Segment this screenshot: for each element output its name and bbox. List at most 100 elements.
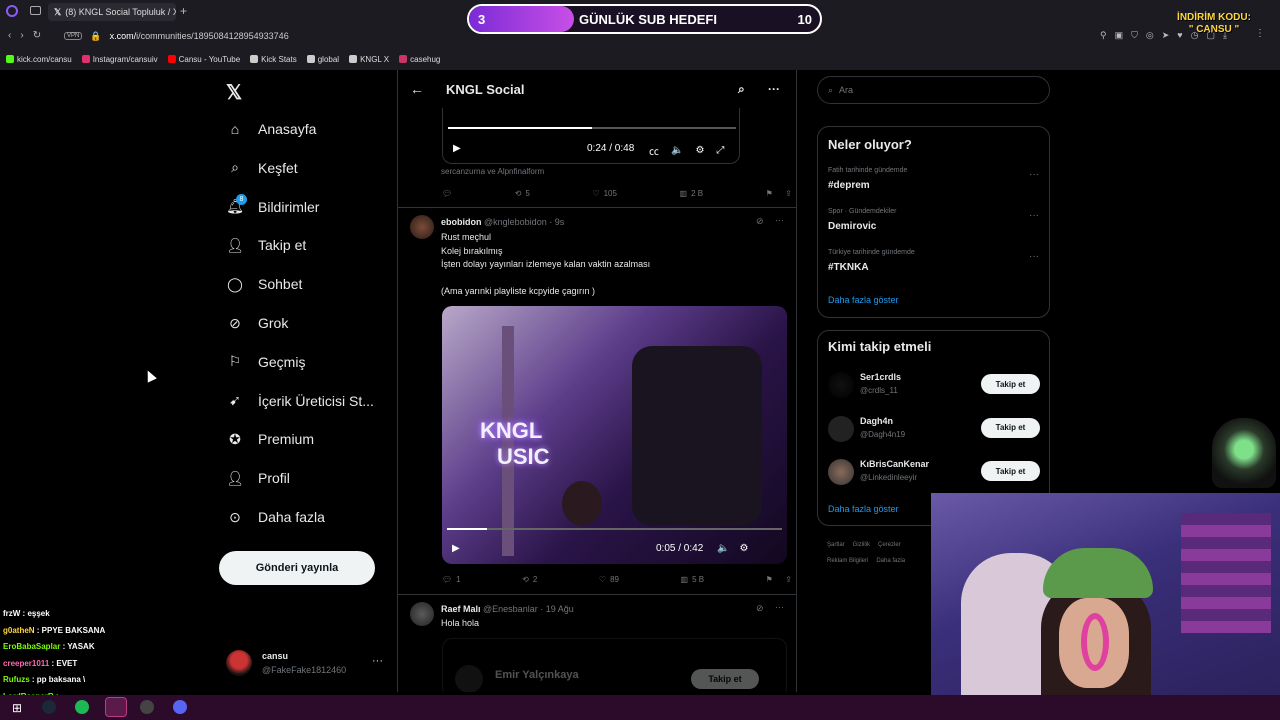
author-handle[interactable]: @Enesbanlar · 19 Ağu: [483, 604, 574, 614]
show-more-link[interactable]: Daha fazla göster: [828, 504, 899, 514]
suggested-user-name[interactable]: Dagh4n: [860, 416, 893, 426]
sidebar-item-10[interactable]: 👤︎ Profil: [226, 469, 290, 487]
search-input[interactable]: ⌕ Ara: [817, 76, 1050, 104]
bookmark-item[interactable]: casehug: [399, 52, 440, 66]
account-switcher[interactable]: cansu @FakeFake1812460 ···: [226, 650, 386, 680]
steam-icon[interactable]: [42, 700, 56, 714]
windows-start-icon[interactable]: ⊞: [12, 701, 22, 715]
footer-link[interactable]: Daha fazla: [876, 558, 905, 564]
x-logo-icon[interactable]: 𝕏: [226, 80, 242, 105]
grok-icon[interactable]: ⊘: [756, 603, 764, 614]
suggested-user-name[interactable]: Ser1crdls: [860, 372, 901, 382]
play-icon[interactable]: ▶: [452, 543, 460, 554]
avatar[interactable]: [828, 372, 854, 398]
search-icon[interactable]: ⌕: [738, 82, 745, 97]
more-icon[interactable]: ···: [775, 215, 784, 225]
repost-button[interactable]: ⟲ 5: [515, 189, 530, 198]
camera-icon[interactable]: ◎: [1146, 30, 1154, 41]
trend-item[interactable]: #TKNKA: [828, 262, 869, 273]
video-progress-track[interactable]: [447, 528, 782, 530]
bookmark-icon[interactable]: ⚑: [766, 189, 773, 198]
repost-button[interactable]: ⟲ 2: [522, 575, 537, 584]
volume-icon[interactable]: 🔈: [671, 145, 683, 156]
suggested-user-handle[interactable]: @Dagh4n19: [860, 430, 905, 439]
author-handle[interactable]: @knglebobidon · 9s: [484, 217, 564, 227]
reply-button[interactable]: 💬︎ 1: [442, 575, 461, 584]
footer-link[interactable]: Çerezler: [878, 542, 901, 548]
sidebar-toggle-icon[interactable]: [30, 6, 41, 15]
more-icon[interactable]: ···: [775, 602, 784, 612]
sidebar-item-11[interactable]: ⊙ Daha fazla: [226, 508, 325, 526]
avatar[interactable]: [410, 602, 434, 626]
spotify-icon[interactable]: [75, 700, 89, 714]
author-name[interactable]: ebobidon: [441, 217, 482, 227]
show-more-link[interactable]: Daha fazla göster: [828, 295, 899, 305]
shield-icon[interactable]: ⛉: [1131, 30, 1138, 41]
like-button[interactable]: ♡ 105: [592, 189, 617, 198]
bookmark-item[interactable]: Kick Stats: [250, 52, 297, 66]
suggested-user-handle[interactable]: @crdls_11: [860, 386, 898, 395]
like-button[interactable]: ♡ 89: [599, 575, 619, 584]
follow-button[interactable]: Takip et: [981, 374, 1040, 394]
reload-icon[interactable]: ↻: [33, 30, 41, 41]
sidebar-item-3[interactable]: 🔔︎ 8 Bildirimler: [226, 193, 319, 216]
more-icon[interactable]: ···: [1029, 169, 1039, 180]
fullscreen-icon[interactable]: ⤢: [716, 145, 724, 156]
captions-icon[interactable]: ㏄: [649, 143, 659, 158]
share-icon[interactable]: ⇪: [785, 575, 792, 584]
suggested-user-name[interactable]: KıBrisCanKenar: [860, 459, 929, 469]
pin-icon[interactable]: ⚲: [1100, 30, 1107, 41]
obs-icon[interactable]: [140, 700, 154, 714]
footer-link[interactable]: Gizlilik: [853, 542, 870, 548]
footer-link[interactable]: Şartlar: [827, 542, 845, 548]
avatar[interactable]: [828, 415, 854, 442]
quoted-card[interactable]: Emir Yalçınkaya Takip et: [442, 638, 787, 692]
vpn-badge[interactable]: VPN: [64, 32, 83, 40]
trend-item[interactable]: #deprem: [828, 180, 870, 191]
bookmark-item[interactable]: kick.com/cansu: [6, 52, 72, 66]
back-icon[interactable]: ‹: [8, 30, 11, 41]
new-tab-icon[interactable]: +: [180, 4, 187, 18]
more-icon[interactable]: ···: [1029, 210, 1039, 221]
screenshot-icon[interactable]: ▣: [1115, 30, 1124, 41]
video-player[interactable]: ▶ 0:24 / 0:48 ㏄ 🔈 ⚙ ⤢: [442, 108, 740, 164]
sidebar-item-8[interactable]: ➹ İçerik Üreticisi St...: [226, 392, 374, 410]
author-name[interactable]: Raef Malı: [441, 604, 481, 614]
sidebar-item-6[interactable]: ⊘ Grok: [226, 314, 288, 332]
sidebar-item-2[interactable]: ⌕ Keşfet: [226, 159, 298, 177]
opera-icon[interactable]: [105, 697, 127, 717]
bookmark-icon[interactable]: ⚑: [766, 575, 773, 584]
follow-button[interactable]: Takip et: [981, 461, 1040, 481]
send-icon[interactable]: ➤: [1162, 30, 1170, 41]
views-button[interactable]: ▥ 5 B: [681, 575, 705, 584]
back-arrow-icon[interactable]: ←: [410, 81, 424, 97]
follow-button[interactable]: Takip et: [981, 417, 1040, 438]
video-progress-track[interactable]: [448, 127, 736, 129]
follow-button[interactable]: Takip et: [691, 669, 759, 689]
play-icon[interactable]: ▶: [453, 143, 461, 154]
sidebar-item-7[interactable]: ⚐ Geçmiş: [226, 353, 306, 371]
avatar[interactable]: [828, 459, 854, 485]
browser-logo-icon[interactable]: [6, 5, 18, 17]
forward-icon[interactable]: ›: [20, 30, 23, 41]
url-text[interactable]: x.com/i/communities/1895084128954933746: [110, 31, 289, 41]
bookmark-item[interactable]: Cansu - YouTube: [167, 52, 240, 66]
discord-icon[interactable]: [173, 700, 187, 714]
settings-icon[interactable]: ⚙: [739, 543, 748, 554]
post-button[interactable]: Gönderi yayınla: [219, 551, 375, 585]
share-icon[interactable]: ⇪: [785, 189, 792, 198]
reply-button[interactable]: 💬︎: [442, 189, 452, 198]
more-icon[interactable]: ···: [768, 82, 780, 96]
sidebar-item-9[interactable]: ✪ Premium: [226, 430, 314, 448]
bookmark-item[interactable]: KNGL X: [349, 52, 389, 66]
grok-icon[interactable]: ⊘: [756, 216, 764, 227]
bookmark-item[interactable]: global: [306, 52, 339, 66]
suggested-user-handle[interactable]: @Linkedinleeyir: [860, 473, 917, 482]
trend-item[interactable]: Demirovic: [828, 221, 876, 232]
browser-tab[interactable]: 𝕏 (8) KNGL Social Topluluk / X: [48, 3, 176, 21]
sidebar-item-1[interactable]: ⌂ Anasayfa: [226, 120, 317, 138]
footer-link[interactable]: Reklam Bilgileri: [827, 558, 868, 564]
volume-icon[interactable]: 🔈: [717, 543, 729, 554]
sidebar-item-5[interactable]: ◯ Sohbet: [226, 275, 302, 293]
views-button[interactable]: ▥ 2 B: [680, 189, 704, 198]
